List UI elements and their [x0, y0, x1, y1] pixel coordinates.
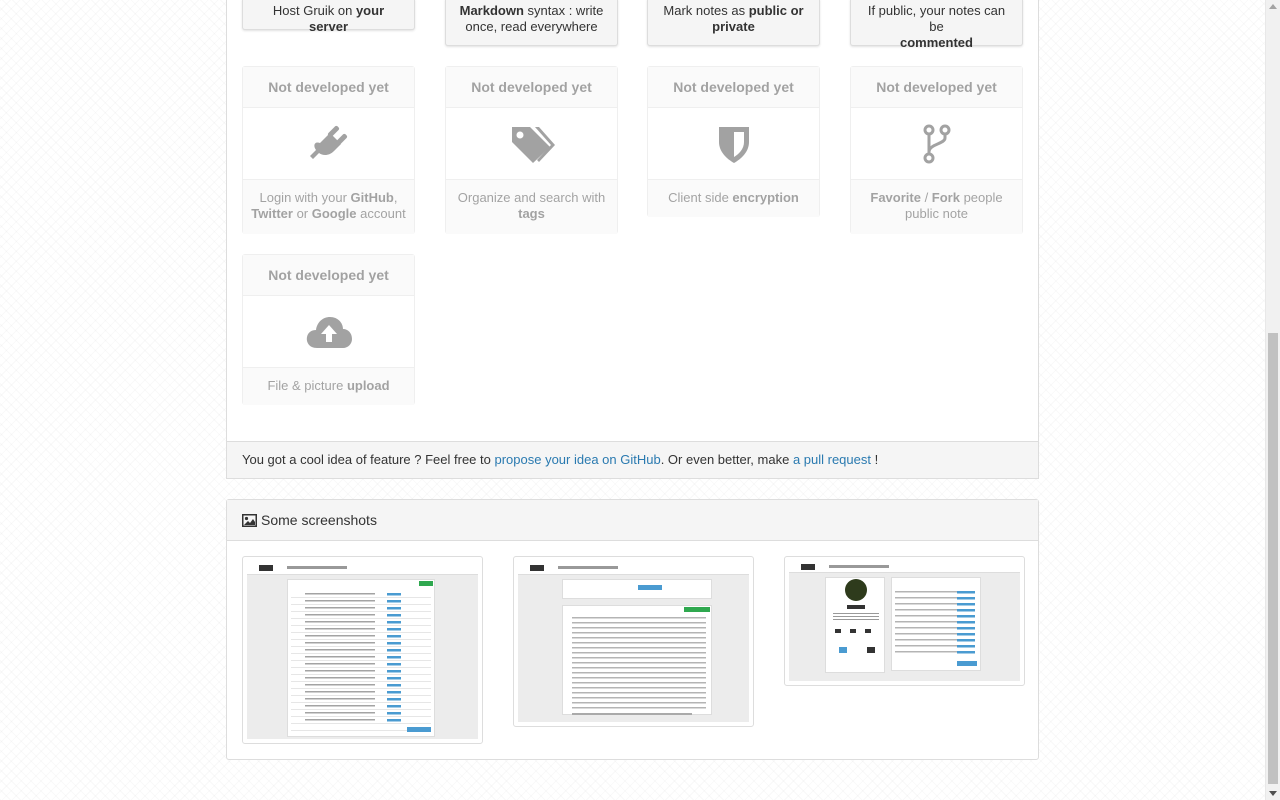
feature-text: Client side encryption: [668, 190, 799, 205]
feature-text: Login with your GitHub,: [259, 190, 398, 205]
screenshot-thumbnail-editor[interactable]: [513, 556, 754, 727]
feature-text-line2: Twitter or Google account: [251, 206, 406, 221]
contribute-text: You got a cool idea of feature ? Feel fr…: [242, 452, 495, 467]
contribute-text-mid: . Or even better, make: [660, 452, 793, 467]
screenshots-header: Some screenshots: [227, 500, 1038, 541]
feature-text: Favorite / Fork people: [870, 190, 1003, 205]
screenshot-thumbnail-notes[interactable]: [242, 556, 483, 744]
feature-favorite-fork: Not developed yet Favorite / Fork people…: [850, 66, 1023, 234]
screenshot-image: [247, 561, 478, 739]
feature-status: Not developed yet: [446, 67, 617, 108]
feature-self-host: Host Gruik on your server: [242, 0, 415, 34]
shield-icon: [718, 126, 749, 163]
picture-icon: [242, 513, 257, 527]
feature-upload: Not developed yet File & picture upload: [242, 254, 415, 405]
contribute-bar: You got a cool idea of feature ? Feel fr…: [226, 441, 1039, 479]
propose-idea-link[interactable]: propose your idea on GitHub: [494, 452, 660, 467]
pull-request-link[interactable]: a pull request: [793, 452, 871, 467]
screenshot-thumbnail-profile[interactable]: [784, 556, 1025, 686]
feature-status: Not developed yet: [648, 67, 819, 108]
feature-text-line2: public note: [905, 206, 968, 221]
feature-text-line2: once, read everywhere: [465, 19, 598, 34]
feature-tags: Not developed yet Organize and search wi…: [445, 66, 618, 234]
feature-text: Organize and search with: [457, 190, 606, 205]
feature-text: Mark notes as public or: [663, 3, 804, 18]
screenshot-image: [518, 561, 749, 722]
screenshot-image: [789, 561, 1020, 681]
scroll-down-icon[interactable]: [1269, 791, 1277, 796]
feature-markdown: Markdown syntax : write once, read every…: [445, 0, 618, 46]
cloud-upload-icon: [306, 316, 352, 348]
feature-text-line2: tags: [518, 206, 545, 221]
feature-text-line2: private: [712, 19, 755, 34]
screenshots-title: Some screenshots: [261, 512, 377, 528]
feature-text: Host Gruik on your server: [272, 3, 385, 34]
scrollbar-thumb[interactable]: [1268, 333, 1278, 784]
screenshots-panel: Some screenshots: [226, 499, 1039, 760]
scroll-up-icon[interactable]: [1269, 4, 1277, 9]
feature-public-private: Mark notes as public or private: [647, 0, 820, 46]
feature-encryption: Not developed yet Client side encryption: [647, 66, 820, 217]
feature-text: File & picture upload: [267, 378, 390, 393]
feature-oauth-login: Not developed yet Login with your GitHub…: [242, 66, 415, 234]
tags-icon: [511, 126, 555, 163]
feature-comments: If public, your notes can be commented: [850, 0, 1023, 50]
feature-status: Not developed yet: [243, 255, 414, 296]
contribute-text-end: !: [871, 452, 879, 467]
features-panel: Host Gruik on your server Markdown synta…: [226, 0, 1039, 479]
feature-text-line2: commented: [900, 35, 973, 50]
feature-status: Not developed yet: [243, 67, 414, 108]
page-scrollbar[interactable]: [1265, 0, 1280, 800]
feature-text: If public, your notes can be: [867, 3, 1006, 34]
feature-status: Not developed yet: [851, 67, 1022, 108]
plug-icon: [309, 125, 347, 159]
code-fork-icon: [923, 124, 950, 163]
feature-text: Markdown syntax : write: [459, 3, 604, 18]
